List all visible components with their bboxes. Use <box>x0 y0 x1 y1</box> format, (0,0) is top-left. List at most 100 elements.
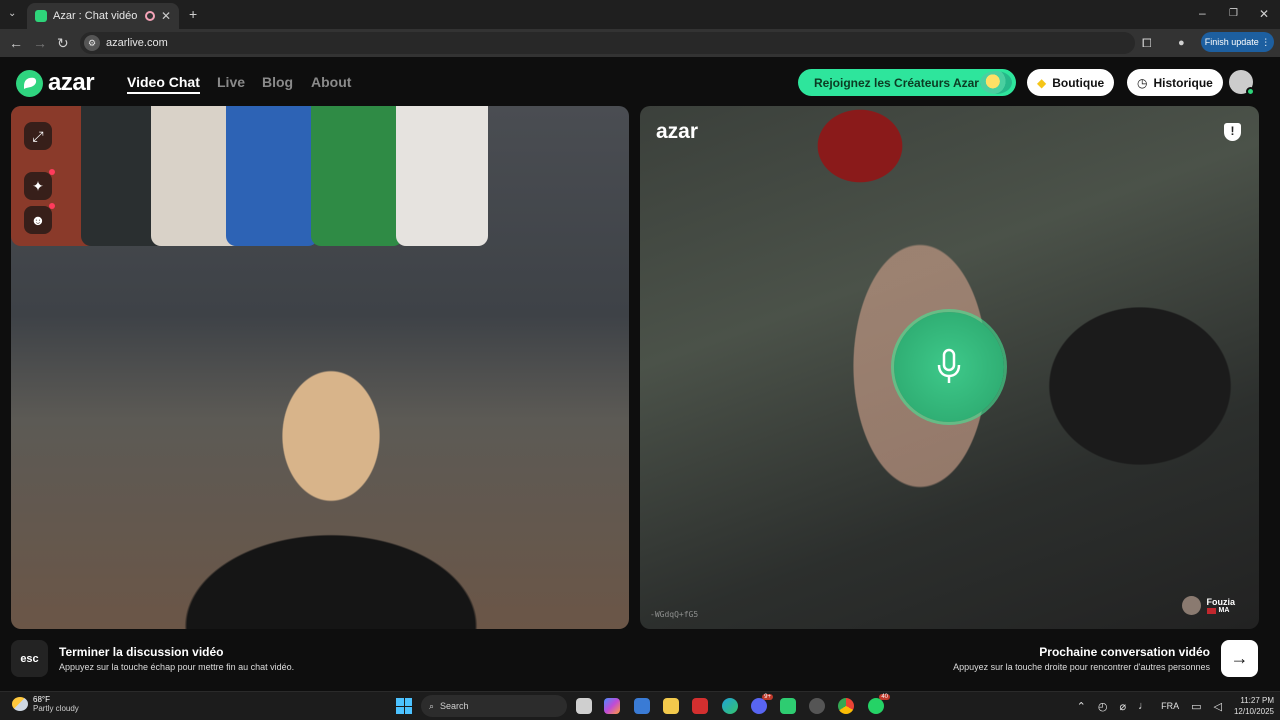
morocco-flag-icon <box>1206 607 1216 614</box>
extensions-icon[interactable]: ⧠ <box>1142 36 1152 50</box>
weather-widget[interactable]: 68°F Partly cloudy <box>12 695 79 713</box>
address-bar[interactable]: ⚙ azarlive.com <box>80 32 1135 54</box>
finish-update-button[interactable]: Finish update ⋮ <box>1201 32 1274 52</box>
peer-country-code: MA <box>1218 607 1230 614</box>
azar-favicon <box>35 10 47 22</box>
chrome-icon[interactable] <box>838 698 854 714</box>
restore-icon[interactable]: ❐ <box>1229 7 1238 21</box>
minimize-icon[interactable]: – <box>1199 6 1206 20</box>
online-status-dot <box>1246 87 1255 96</box>
creators-illustration-icon <box>980 71 1012 94</box>
reload-icon[interactable]: ↻ <box>57 36 69 50</box>
azar-logo-text: azar <box>48 69 95 96</box>
face-filter-button[interactable]: ☻ <box>24 203 55 234</box>
nav-live[interactable]: Live <box>217 74 245 90</box>
peer-avatar <box>1181 596 1201 615</box>
expand-icon: ⤢ <box>32 127 44 144</box>
clock[interactable]: 11:27 PM 12/10/2025 <box>1234 695 1274 717</box>
close-window-icon[interactable]: ✕ <box>1259 7 1269 21</box>
local-video-feed: ⤢ ✦ ☻ <box>11 106 629 629</box>
esc-key-button[interactable]: esc <box>11 640 48 677</box>
peer-name: Fouzia <box>1206 597 1236 607</box>
end-chat-title: Terminer la discussion vidéo <box>59 645 224 659</box>
next-chat-subtitle: Appuyez sur la touche droite pour rencon… <box>953 662 1210 672</box>
app-tray-icon[interactable]: ◴ <box>1098 700 1108 713</box>
weather-condition: Partly cloudy <box>33 704 79 713</box>
edge-icon[interactable] <box>722 698 738 714</box>
next-chat-button[interactable]: → <box>1221 640 1258 677</box>
obs-icon[interactable] <box>809 698 825 714</box>
system-tray: ⌃ ◴ ⌀ ♩ FRA ▭ ◁ 11:27 PM 12/10/2025 <box>1071 695 1274 717</box>
next-chat-title: Prochaine conversation vidéo <box>1039 645 1210 659</box>
session-id: -WGdqQ+fG5 <box>650 610 699 619</box>
start-button[interactable] <box>396 698 412 714</box>
back-icon[interactable]: ← <box>9 36 23 50</box>
close-tab-icon[interactable]: ✕ <box>161 9 171 23</box>
face-icon: ☻ <box>30 212 46 228</box>
microphone-tray-icon[interactable]: ♩ <box>1138 700 1149 712</box>
clock-icon: ◷ <box>1137 75 1148 90</box>
azar-logo-icon <box>16 69 43 97</box>
partly-cloudy-icon <box>12 697 28 711</box>
arrow-right-icon: → <box>1230 648 1249 668</box>
whatsapp-badge: 40 <box>879 694 890 700</box>
temperature: 68°F <box>33 695 50 704</box>
file-explorer-icon[interactable] <box>663 698 679 714</box>
game-app-icon[interactable] <box>780 698 796 714</box>
site-info-icon[interactable]: ⚙ <box>84 35 100 51</box>
wps-office-icon[interactable] <box>692 698 708 714</box>
boutique-button[interactable]: ◆ Boutique <box>1027 69 1115 96</box>
tab-title: Azar : Chat vidéo avec de n <box>53 10 139 22</box>
profile-icon[interactable]: ● <box>1178 36 1185 50</box>
wall-decor <box>396 106 488 246</box>
azar-watermark-logo: azar <box>656 120 699 143</box>
nav-video-chat[interactable]: Video Chat <box>127 74 200 94</box>
report-icon[interactable]: ! <box>1224 123 1241 141</box>
copilot-icon[interactable] <box>604 698 620 714</box>
notification-dot <box>49 203 55 209</box>
gem-icon: ◆ <box>1037 75 1047 90</box>
url-text: azarlive.com <box>106 37 168 49</box>
discord-icon[interactable]: 9+ <box>751 694 773 714</box>
esc-key-label: esc <box>20 652 39 665</box>
volume-icon[interactable]: ◁ <box>1213 700 1221 713</box>
search-icon: ⌕ <box>429 700 435 711</box>
language-indicator[interactable]: FRA <box>1161 701 1179 711</box>
remote-video-feed: azar ! -WGdqQ+fG5 Fouzia MA <box>640 106 1259 629</box>
expand-video-button[interactable]: ⤢ <box>24 122 52 150</box>
effects-button[interactable]: ✦ <box>24 169 55 200</box>
store-icon[interactable] <box>634 698 650 714</box>
display-icon[interactable]: ▭ <box>1191 700 1201 713</box>
forward-icon[interactable]: → <box>33 36 47 50</box>
taskbar-search[interactable]: ⌕ Search <box>421 695 567 717</box>
browser-tab[interactable]: Azar : Chat vidéo avec de n ✕ <box>27 3 179 29</box>
historique-button[interactable]: ◷ Historique <box>1127 69 1223 96</box>
boutique-label: Boutique <box>1052 75 1105 90</box>
finish-update-label: Finish update <box>1204 37 1259 47</box>
tab-search-icon[interactable]: ⌄ <box>8 7 16 21</box>
user-avatar[interactable] <box>1229 70 1255 96</box>
taskbar: 68°F Partly cloudy ⌕ Search 9+ 40 ⌃ ◴ ⌀ … <box>0 691 1280 720</box>
discord-badge: 9+ <box>762 694 773 700</box>
end-chat-subtitle: Appuyez sur la touche échap pour mettre … <box>59 662 295 672</box>
join-creators-label: Rejoignez les Créateurs Azar <box>814 75 979 90</box>
peer-country: MA <box>1206 607 1236 614</box>
historique-label: Historique <box>1153 75 1213 90</box>
azar-logo[interactable]: azar <box>16 69 95 97</box>
nav-blog[interactable]: Blog <box>262 74 293 90</box>
wall-decor <box>311 106 403 246</box>
azar-page: azar Video Chat Live Blog About Rejoigne… <box>0 57 1280 691</box>
microphone-icon <box>937 348 961 383</box>
network-off-icon[interactable]: ⌀ <box>1119 700 1126 713</box>
new-tab-icon[interactable]: + <box>189 7 197 21</box>
whatsapp-icon[interactable]: 40 <box>868 694 890 714</box>
join-creators-button[interactable]: Rejoignez les Créateurs Azar <box>798 69 1016 96</box>
microphone-button[interactable] <box>894 312 1004 422</box>
nav-about[interactable]: About <box>311 74 351 90</box>
clock-date: 12/10/2025 <box>1233 707 1274 716</box>
search-placeholder: Search <box>440 701 469 711</box>
recording-icon <box>144 11 155 21</box>
task-view-icon[interactable] <box>576 698 592 714</box>
clock-time: 11:27 PM <box>1240 696 1274 705</box>
show-hidden-icons[interactable]: ⌃ <box>1077 700 1086 713</box>
